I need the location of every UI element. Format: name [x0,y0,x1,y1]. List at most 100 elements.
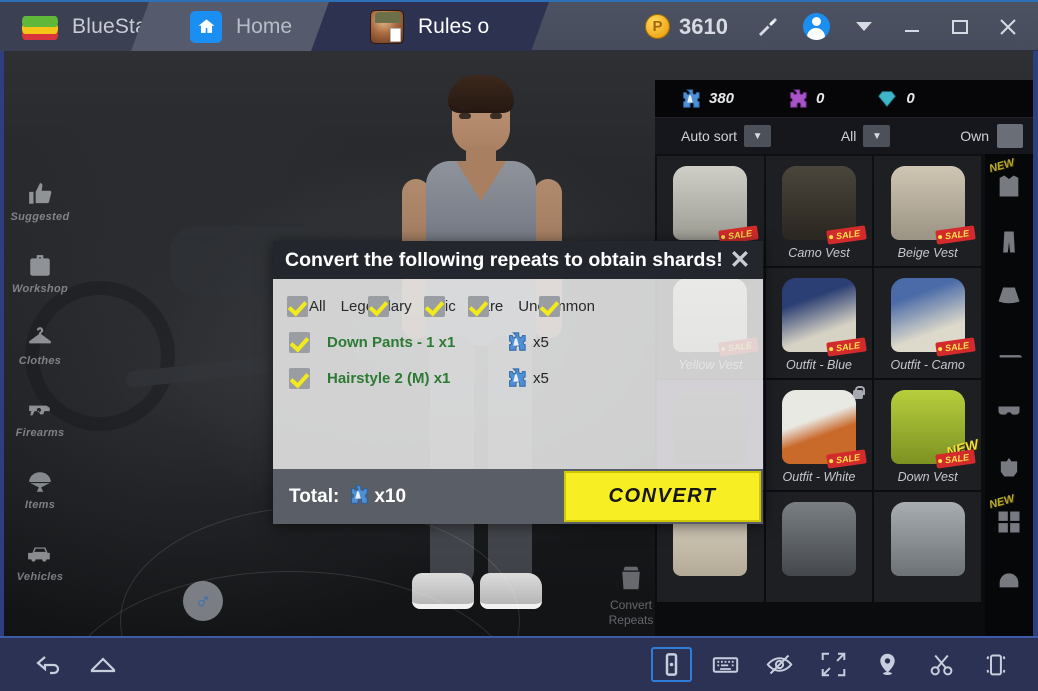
rarity-filter-epic[interactable]: Epic [423,295,456,317]
checkbox[interactable] [367,295,389,317]
rarity-filter-legendary[interactable]: Legendary [340,295,412,317]
item-reward-amount: x5 [533,369,549,387]
category-jacket[interactable]: NEW [987,157,1031,214]
category-pants[interactable] [987,214,1031,270]
inventory-item[interactable] [874,492,981,602]
eye-slash-icon[interactable] [752,637,806,691]
close-icon[interactable]: ✕ [727,246,753,274]
category-strip: NEW NEW [985,154,1033,636]
shard-blue-icon [679,88,701,110]
home-outline-icon[interactable] [76,637,130,691]
item-label: Beige Vest [897,246,958,260]
jacket-icon [999,175,1019,197]
viewport-border-right [1033,51,1038,636]
inventory-filter-bar: Auto sort ▼ All ▼ Own [655,118,1033,154]
convert-item-row[interactable]: Hairstyle 2 (M) x1 x5 [273,363,763,393]
sidebar-item-vehicles[interactable]: Vehicles [4,526,76,598]
checkbox[interactable] [289,367,310,389]
shake-device-icon[interactable] [968,637,1022,691]
close-icon[interactable] [984,2,1032,51]
dialog-footer: Total: x10 CONVERT [273,469,763,524]
inventory-item[interactable] [765,492,873,602]
quality-filter-dropdown[interactable]: ▼ [863,125,891,147]
inventory-item[interactable]: SALE Camo Vest [765,156,873,266]
rarity-filter-uncommon[interactable]: Uncommon [517,295,595,317]
account-icon[interactable] [792,2,840,51]
bluestacks-logo-icon [22,14,58,40]
inventory-item[interactable]: SALE Beige Vest [874,156,981,266]
rarity-filter-all[interactable]: All [287,295,326,317]
inventory-item[interactable]: SALE Outfit - White [765,380,873,490]
currency-value: 0 [816,90,825,107]
minimize-icon[interactable] [888,2,936,51]
coin-balance[interactable]: P 3610 [645,14,728,40]
sidebar-item-items[interactable]: Items [4,454,76,526]
viewport-border-left [0,51,4,636]
android-nav [0,637,130,691]
bluestacks-tools [644,637,1038,691]
rarity-filter-rare[interactable]: Rare [467,295,503,317]
sidebar-item-workshop[interactable]: Workshop [4,238,76,310]
item-label: Outfit - Camo [890,358,965,372]
inventory-item[interactable]: NEW SALE Down Vest [874,380,981,490]
checkbox[interactable] [467,295,489,317]
auto-sort-label: Auto sort [681,128,738,144]
maximize-icon[interactable] [936,2,984,51]
total-cost: Total: x10 [289,484,406,510]
category-skirt[interactable] [987,270,1031,326]
convert-item-list: Down Pants - 1 x1 x5 Hairstyle 2 (M) x1 x5 [273,327,763,393]
item-name: Hairstyle 2 (M) x1 [327,369,451,387]
inventory-item[interactable]: SALE Outfit - Blue [765,268,873,378]
back-icon[interactable] [22,637,76,691]
diamond-icon [876,88,898,110]
item-label: Outfit - White [782,470,856,484]
total-value: x10 [374,485,407,507]
brush-icon[interactable] [744,2,792,51]
own-filter-checkbox[interactable] [997,124,1024,148]
currency-bar: 380 0 0 [655,80,1033,118]
shard-blue-icon [505,331,527,353]
scissors-icon[interactable] [914,637,968,691]
rarity-filter-row: All Legendary Epic Rare Uncommon [273,291,763,321]
category-grid[interactable]: NEW [987,493,1031,550]
currency-value: 380 [709,90,735,107]
fullscreen-icon[interactable] [806,637,860,691]
chevron-down-icon[interactable] [840,2,888,51]
convert-item-row[interactable]: Down Pants - 1 x1 x5 [273,327,763,357]
lock-icon [852,386,866,400]
item-label: Outfit - Blue [785,358,852,372]
inventory-item[interactable]: SALE Outfit - Camo [874,268,981,378]
convert-repeats-dialog: Convert the following repeats to obtain … [273,241,763,524]
tab-rules-label: Rules o [418,14,490,38]
checkbox[interactable] [423,295,445,317]
checkbox[interactable] [539,295,561,317]
location-pin-icon[interactable] [860,637,914,691]
phone-lock-icon[interactable] [644,637,698,691]
pants-icon [1003,231,1015,253]
currency-shard-blue: 380 [679,88,734,110]
category-cap[interactable] [987,326,1031,382]
category-gloves[interactable] [987,438,1031,494]
item-reward: x5 [505,367,549,389]
shard-purple-icon [786,88,808,110]
category-goggles[interactable] [987,382,1031,438]
titlebar-controls: P 3610 [645,2,1032,51]
gloves-icon [1000,457,1018,477]
auto-sort-dropdown[interactable]: ▼ [744,125,772,147]
dialog-body: All Legendary Epic Rare Uncommon Down Pants … [273,279,763,469]
category-sidebar: Suggested Workshop Clothes Firearms Item… [4,166,76,598]
tab-rules-of-survival[interactable]: Rules o [311,2,549,51]
sidebar-item-firearms[interactable]: Firearms [4,382,76,454]
convert-button[interactable]: CONVERT [564,471,761,522]
item-thumbnail [890,502,965,576]
coin-icon: P [645,14,671,39]
sidebar-item-clothes[interactable]: Clothes [4,310,76,382]
item-name: Down Pants - 1 x1 [327,333,456,351]
gender-male-button[interactable]: ♂ [183,581,223,621]
item-label: Down Vest [897,470,958,484]
sidebar-item-suggested[interactable]: Suggested [4,166,76,238]
keyboard-icon[interactable] [698,637,752,691]
checkbox[interactable] [287,295,308,317]
category-shoes[interactable] [987,550,1031,606]
checkbox[interactable] [289,331,310,353]
